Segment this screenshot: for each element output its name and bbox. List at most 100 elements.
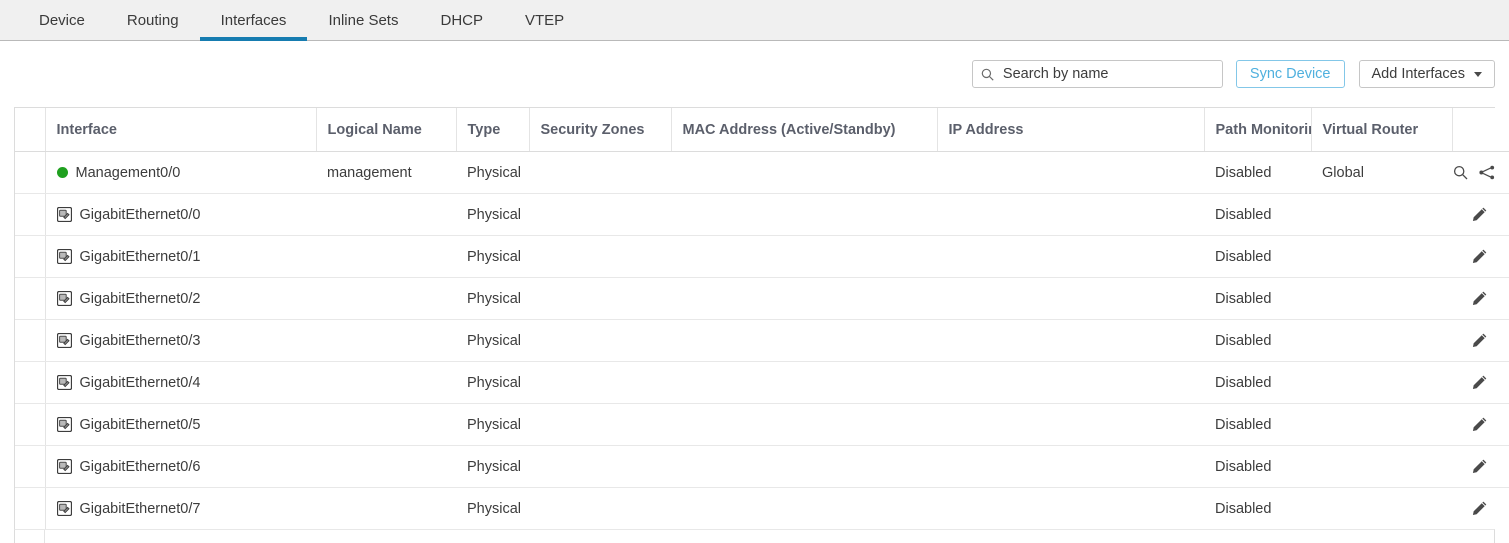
row-select-cell[interactable] [15, 236, 45, 278]
sync-device-button[interactable]: Sync Device [1236, 60, 1345, 88]
add-interfaces-button[interactable]: Add Interfaces [1359, 60, 1496, 88]
tab-inline-sets[interactable]: Inline Sets [307, 0, 419, 40]
row-select-cell[interactable] [15, 152, 45, 194]
cell-virtual-router-value: Global [1322, 165, 1364, 181]
column-header-logical-name[interactable]: Logical Name [316, 108, 456, 152]
table-row[interactable]: GigabitEthernet0/0 Physical Disabled [15, 194, 1509, 236]
edit-pencil-icon[interactable] [1471, 458, 1488, 475]
edit-pencil-icon[interactable] [1471, 500, 1488, 517]
edit-pencil-icon[interactable] [1471, 290, 1488, 307]
cell-type-value: Physical [467, 375, 521, 391]
physical-interface-icon [57, 501, 72, 516]
cell-ip-address [937, 362, 1204, 404]
share-topology-icon[interactable] [1479, 165, 1495, 180]
cell-path-monitoring: Disabled [1204, 488, 1311, 530]
cell-type: Physical [456, 236, 529, 278]
search-input[interactable] [1001, 65, 1214, 83]
cell-ip-address [937, 152, 1204, 194]
row-action-buttons [1452, 416, 1509, 433]
row-select-cell[interactable] [15, 446, 45, 488]
cell-ip-address [937, 446, 1204, 488]
column-header-select[interactable] [15, 108, 45, 152]
cell-type-value: Physical [467, 417, 521, 433]
cell-type-value: Physical [467, 207, 521, 223]
column-header-actions[interactable] [1452, 108, 1509, 152]
row-select-cell[interactable] [15, 488, 45, 530]
column-header-security-zones[interactable]: Security Zones [529, 108, 671, 152]
cell-path-monitoring: Disabled [1204, 404, 1311, 446]
tab-vtep[interactable]: VTEP [504, 0, 585, 40]
edit-pencil-icon[interactable] [1471, 374, 1488, 391]
cell-actions [1452, 236, 1509, 278]
cell-security-zones [529, 194, 671, 236]
chevron-down-icon [1474, 72, 1482, 77]
cell-type: Physical [456, 446, 529, 488]
cell-mac-address [671, 446, 937, 488]
cell-virtual-router [1311, 488, 1452, 530]
table-row[interactable]: Management0/0managementPhysicalDisabledG… [15, 152, 1509, 194]
cell-type: Physical [456, 362, 529, 404]
search-box[interactable] [972, 60, 1223, 88]
table-row[interactable]: GigabitEthernet0/4PhysicalDisabled [15, 362, 1509, 404]
tab-label: DHCP [440, 12, 483, 29]
edit-pencil-icon[interactable] [1471, 206, 1488, 223]
column-header-mac-address[interactable]: MAC Address (Active/Standby) [671, 108, 937, 152]
table-row[interactable]: GigabitEthernet0/5PhysicalDisabled [15, 404, 1509, 446]
cell-path-monitoring: Disabled [1204, 236, 1311, 278]
cell-path-monitoring: Disabled [1204, 194, 1311, 236]
cell-type: Physical [456, 320, 529, 362]
column-header-virtual-router[interactable]: Virtual Router [1311, 108, 1452, 152]
table-row[interactable]: GigabitEthernet0/1PhysicalDisabled [15, 236, 1509, 278]
row-select-cell[interactable] [15, 320, 45, 362]
cell-virtual-router [1311, 446, 1452, 488]
table-row-partial-clipped [14, 529, 1495, 543]
column-header-ip-address[interactable]: IP Address [937, 108, 1204, 152]
row-select-cell[interactable] [15, 278, 45, 320]
interface-name: GigabitEthernet0/0 [80, 207, 201, 223]
tab-interfaces[interactable]: Interfaces [200, 0, 308, 40]
table-row[interactable]: GigabitEthernet0/7PhysicalDisabled [15, 488, 1509, 530]
column-header-path-monitoring[interactable]: Path Monitoring [1204, 108, 1311, 152]
cell-path-monitoring-value: Disabled [1215, 459, 1271, 475]
column-header-label: Type [468, 122, 501, 138]
edit-pencil-icon[interactable] [1471, 332, 1488, 349]
row-select-cell[interactable] [15, 194, 45, 236]
row-action-buttons [1452, 332, 1509, 349]
cell-ip-address [937, 488, 1204, 530]
cell-actions [1452, 194, 1509, 236]
cell-logical-name-value: management [327, 165, 412, 181]
edit-pencil-icon[interactable] [1471, 416, 1488, 433]
column-header-interface[interactable]: Interface [45, 108, 316, 152]
column-header-type[interactable]: Type [456, 108, 529, 152]
cell-logical-name [316, 488, 456, 530]
cell-actions [1452, 362, 1509, 404]
cell-ip-address [937, 236, 1204, 278]
cell-actions [1452, 446, 1509, 488]
tab-device[interactable]: Device [18, 0, 106, 40]
cell-type: Physical [456, 488, 529, 530]
edit-pencil-icon[interactable] [1471, 248, 1488, 265]
table-row[interactable]: GigabitEthernet0/6PhysicalDisabled [15, 446, 1509, 488]
cell-type: Physical [456, 404, 529, 446]
row-select-cell[interactable] [15, 404, 45, 446]
row-select-cell[interactable] [15, 362, 45, 404]
interface-name: GigabitEthernet0/2 [80, 291, 201, 307]
cell-mac-address [671, 278, 937, 320]
cell-path-monitoring: Disabled [1204, 362, 1311, 404]
tab-dhcp[interactable]: DHCP [419, 0, 504, 40]
cell-type-value: Physical [467, 459, 521, 475]
table-row[interactable]: GigabitEthernet0/2PhysicalDisabled [15, 278, 1509, 320]
tab-routing[interactable]: Routing [106, 0, 200, 40]
cell-path-monitoring-value: Disabled [1215, 417, 1271, 433]
cell-type-value: Physical [467, 501, 521, 517]
cell-security-zones [529, 152, 671, 194]
table-row[interactable]: GigabitEthernet0/3PhysicalDisabled [15, 320, 1509, 362]
physical-interface-icon [57, 291, 72, 306]
cell-mac-address [671, 194, 937, 236]
tab-label: Routing [127, 12, 179, 29]
search-icon[interactable] [1453, 165, 1468, 180]
cell-ip-address [937, 278, 1204, 320]
cell-path-monitoring-value: Disabled [1215, 249, 1271, 265]
cell-interface: Management0/0 [45, 152, 316, 194]
cell-actions [1452, 488, 1509, 530]
